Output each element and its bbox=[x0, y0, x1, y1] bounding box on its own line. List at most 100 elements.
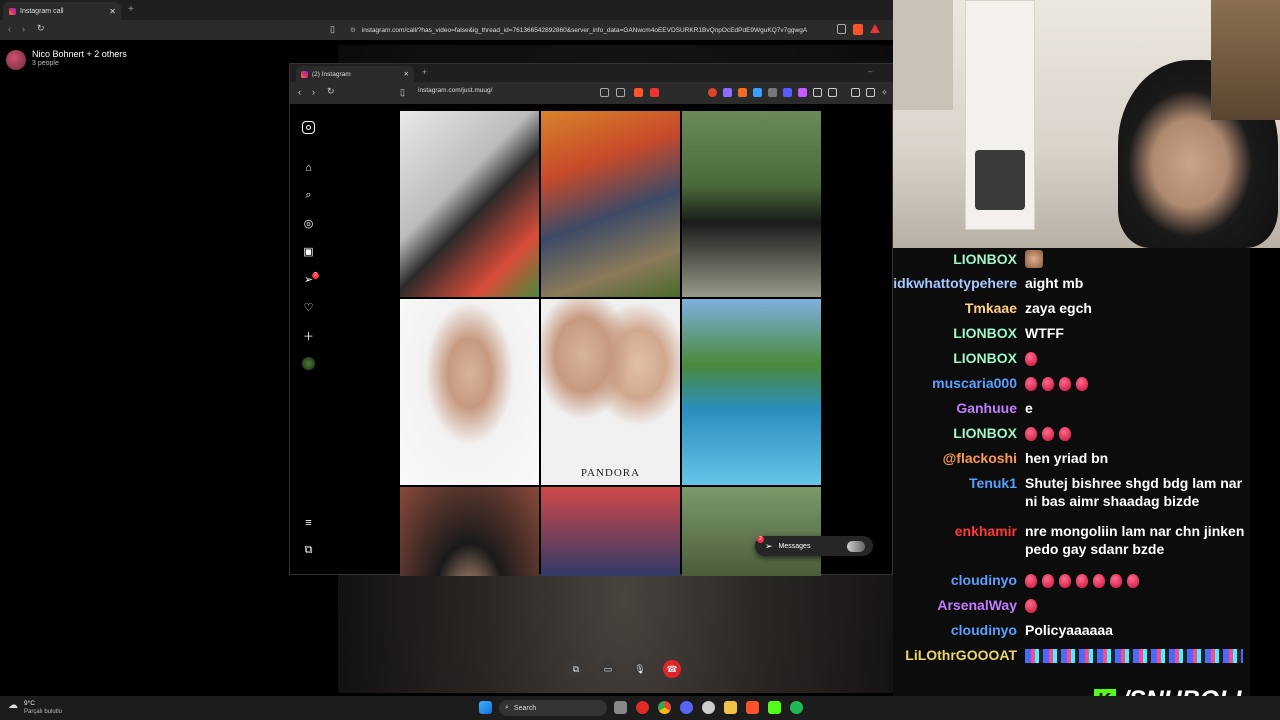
face-emote-icon bbox=[1025, 250, 1043, 268]
reload-icon[interactable]: ↻ bbox=[37, 23, 45, 34]
chat-username[interactable]: idkwhattotypehere bbox=[893, 274, 1017, 292]
tab-instagram[interactable]: (2) Instagram ✕ bbox=[296, 66, 414, 82]
brave-rewards-icon[interactable] bbox=[650, 88, 659, 97]
reels-icon[interactable]: ▣ bbox=[302, 245, 315, 258]
microphone-button[interactable]: 🎙 bbox=[631, 660, 649, 678]
forward-icon[interactable]: › bbox=[22, 24, 25, 34]
post-thumbnail[interactable] bbox=[400, 299, 539, 485]
post-thumbnail[interactable] bbox=[682, 111, 821, 297]
post-thumbnail[interactable] bbox=[541, 111, 680, 297]
spotify-icon[interactable] bbox=[790, 701, 803, 714]
group-avatar bbox=[6, 50, 26, 70]
chat-message-text: WTFF bbox=[1025, 324, 1245, 342]
messages-avatars bbox=[847, 540, 865, 552]
extension-icon[interactable] bbox=[768, 88, 777, 97]
tab-instagram-call[interactable]: Instagram call ✕ bbox=[3, 2, 121, 20]
wallet-icon[interactable] bbox=[866, 88, 875, 97]
brave-rewards-icon[interactable] bbox=[870, 24, 880, 33]
post-thumbnail[interactable] bbox=[682, 299, 821, 485]
more-menu-icon[interactable]: ≡ bbox=[302, 516, 315, 529]
file-explorer-icon[interactable] bbox=[724, 701, 737, 714]
brave-shield-icon[interactable] bbox=[853, 24, 863, 35]
reload-icon[interactable]: ↻ bbox=[327, 86, 335, 97]
threads-icon[interactable]: ⧉ bbox=[302, 544, 315, 557]
bookmark-icon[interactable]: ▯ bbox=[400, 87, 405, 98]
share-screen-button[interactable]: ⧉ bbox=[567, 660, 585, 678]
chat-username[interactable]: cloudinyo bbox=[951, 571, 1017, 589]
chat-message-text: hen yriad bn bbox=[1025, 449, 1245, 467]
weather-description[interactable]: Parçalı bulutlu bbox=[24, 709, 62, 715]
post-thumbnail[interactable]: PANDORA bbox=[541, 299, 680, 485]
extension-icon[interactable] bbox=[723, 88, 732, 97]
messages-button[interactable]: ➢ Messages bbox=[755, 536, 873, 556]
close-tab-icon[interactable]: ✕ bbox=[404, 70, 409, 78]
new-tab-icon[interactable]: + bbox=[422, 67, 427, 77]
minimize-icon[interactable]: – bbox=[868, 67, 872, 76]
chat-username[interactable]: Tmkaae bbox=[965, 299, 1017, 317]
share-icon[interactable] bbox=[837, 24, 846, 34]
weather-cloud-icon[interactable]: ☁ bbox=[8, 700, 18, 711]
chat-text: nre mongoliin lam nar chn jinken pedo ga… bbox=[1025, 523, 1245, 557]
bookmark-icon[interactable]: ▯ bbox=[330, 24, 335, 35]
chat-username[interactable]: @flackoshi bbox=[943, 449, 1017, 467]
share-icon[interactable] bbox=[616, 88, 625, 97]
chat-username[interactable]: cloudinyo bbox=[951, 621, 1017, 639]
extension-fire-icon[interactable] bbox=[708, 88, 717, 97]
chat-username[interactable]: LIONBOX bbox=[953, 250, 1017, 268]
forward-icon[interactable]: › bbox=[312, 87, 315, 97]
extension-icon[interactable] bbox=[828, 88, 837, 97]
extension-icon[interactable] bbox=[753, 88, 762, 97]
kick-app-icon[interactable] bbox=[768, 701, 781, 714]
extension-icon[interactable] bbox=[738, 88, 747, 97]
new-tab-icon[interactable]: + bbox=[128, 4, 134, 15]
chat-username[interactable]: muscaria000 bbox=[932, 374, 1017, 392]
chat-message-text: Shutej bishree shgd bdg lam nar ni bas a… bbox=[1025, 474, 1245, 510]
post-thumbnail[interactable] bbox=[400, 111, 539, 297]
camera-off-button[interactable]: ▭ bbox=[599, 660, 617, 678]
taskbar-search[interactable]: ⌕ Search bbox=[499, 700, 607, 716]
chat-username[interactable]: Tenuk1 bbox=[969, 474, 1017, 492]
explore-icon[interactable]: ◎ bbox=[302, 217, 315, 230]
search-icon[interactable]: ⌕ bbox=[302, 189, 315, 202]
chat-username[interactable]: LIONBOX bbox=[953, 324, 1017, 342]
notifications-heart-icon[interactable]: ♡ bbox=[302, 301, 315, 314]
discord-icon[interactable] bbox=[680, 701, 693, 714]
end-call-button[interactable]: ☎ bbox=[663, 660, 681, 678]
leo-ai-icon[interactable]: ✧ bbox=[881, 88, 890, 97]
opera-icon[interactable] bbox=[636, 701, 649, 714]
post-thumbnail[interactable] bbox=[400, 487, 539, 576]
extension-icon[interactable] bbox=[783, 88, 792, 97]
site-info-icon[interactable]: ⚙ bbox=[350, 26, 356, 34]
chrome-icon[interactable] bbox=[658, 701, 671, 714]
create-icon[interactable]: ＋ bbox=[302, 329, 315, 343]
instagram-logo-icon[interactable] bbox=[302, 121, 315, 134]
extensions-puzzle-icon[interactable] bbox=[813, 88, 822, 97]
chat-username[interactable]: enkhamir bbox=[955, 522, 1017, 540]
outer-url-field[interactable]: ⚙ instagram.com/call/?has_video=false&ig… bbox=[350, 20, 840, 40]
chat-username[interactable]: LIONBOX bbox=[953, 424, 1017, 442]
chat-username[interactable]: ArsenalWay bbox=[937, 596, 1017, 614]
back-icon[interactable]: ‹ bbox=[298, 87, 301, 97]
cast-icon[interactable] bbox=[600, 88, 609, 97]
chat-username[interactable]: LIONBOX bbox=[953, 349, 1017, 367]
post-thumbnail[interactable] bbox=[682, 487, 821, 576]
task-view-icon[interactable] bbox=[614, 701, 627, 714]
chat-username[interactable]: Ganhuue bbox=[956, 399, 1017, 417]
profile-avatar[interactable] bbox=[302, 357, 315, 370]
heart-emote-icon bbox=[1042, 574, 1054, 589]
close-tab-icon[interactable]: ✕ bbox=[109, 7, 116, 16]
chat-username[interactable]: LiLOthrGOOOAT bbox=[905, 646, 1017, 664]
settings-icon[interactable] bbox=[702, 701, 715, 714]
inner-url-text[interactable]: instagram.com/just.muug/ bbox=[418, 87, 492, 94]
windows-start-icon[interactable] bbox=[479, 701, 492, 714]
back-icon[interactable]: ‹ bbox=[8, 24, 11, 34]
webcam-bin bbox=[975, 150, 1025, 210]
sidebar-toggle-icon[interactable] bbox=[851, 88, 860, 97]
weather-temperature[interactable]: 9°C bbox=[24, 700, 35, 707]
post-thumbnail[interactable] bbox=[541, 487, 680, 576]
extension-icon[interactable] bbox=[798, 88, 807, 97]
brave-shield-icon[interactable] bbox=[634, 88, 643, 97]
brave-icon[interactable] bbox=[746, 701, 759, 714]
messages-badge: 2 bbox=[312, 272, 319, 279]
home-icon[interactable]: ⌂ bbox=[302, 161, 315, 174]
